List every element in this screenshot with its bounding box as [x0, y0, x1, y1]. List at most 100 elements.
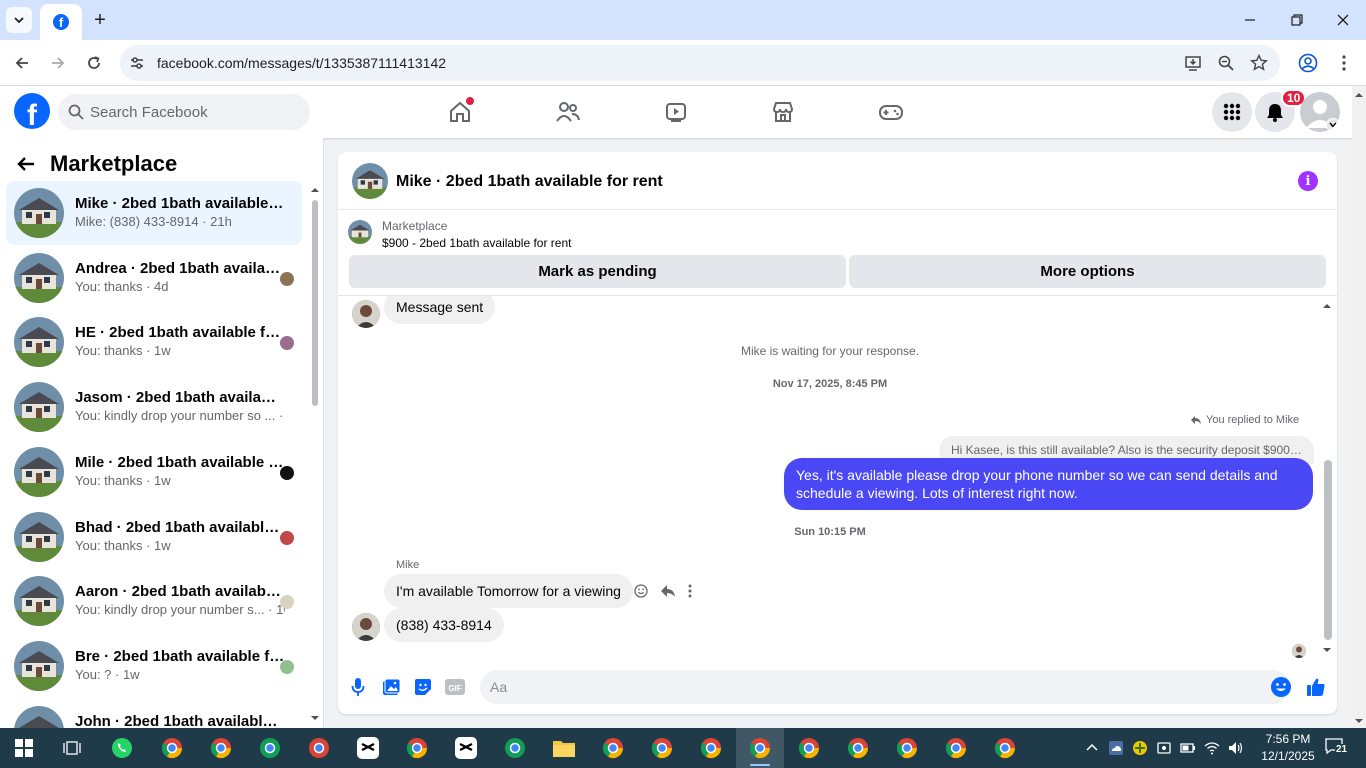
notification-center-button[interactable]: 21 [1325, 738, 1351, 758]
notification-center-count: 21 [1335, 744, 1349, 755]
chrome-profile-app[interactable] [246, 728, 294, 768]
nav-marketplace[interactable] [769, 98, 797, 126]
start-button[interactable] [0, 728, 48, 768]
thread-scroll-thumb[interactable] [1324, 460, 1332, 640]
wifi-icon[interactable] [1204, 740, 1220, 756]
mike-avatar[interactable] [352, 613, 380, 641]
app-tray-icon[interactable] [1132, 740, 1148, 756]
chrome-profile-app[interactable] [785, 728, 833, 768]
nav-friends[interactable] [554, 98, 582, 126]
send-like-button[interactable] [1305, 676, 1327, 698]
whatsapp-app[interactable] [98, 728, 146, 768]
message-bubble-incoming[interactable]: Message sent [384, 296, 496, 324]
mike-avatar[interactable] [352, 300, 380, 328]
minimize-button[interactable] [1238, 8, 1262, 32]
message-bubble-incoming[interactable]: I'm available Tomorrow for a viewing [384, 574, 633, 608]
more-options-button[interactable]: More options [849, 255, 1326, 288]
forward-button[interactable] [46, 51, 70, 75]
profile-button[interactable] [1296, 51, 1320, 75]
friends-icon [556, 102, 580, 122]
back-arrow-icon[interactable] [16, 154, 36, 174]
nav-video[interactable] [662, 98, 690, 126]
facebook-tab[interactable]: f [40, 4, 82, 40]
conversation-preview: You: kindly drop your number s... · 1w [75, 602, 285, 618]
chrome-profile-app[interactable] [932, 728, 980, 768]
address-bar[interactable]: facebook.com/messages/t/1335387111413142 [120, 45, 1280, 81]
menu-button[interactable] [1212, 92, 1252, 132]
new-tab-button[interactable]: + [88, 8, 112, 32]
search-facebook-input[interactable]: Search Facebook [58, 94, 310, 130]
attach-photo-button[interactable] [380, 676, 402, 698]
conversation-item[interactable]: Bre · 2bed 1bath available for ... You: ?… [6, 634, 302, 698]
capcut-app[interactable] [344, 728, 392, 768]
site-info-icon[interactable] [128, 54, 146, 72]
more-vertical-icon[interactable] [688, 584, 692, 598]
conversation-item[interactable]: Aaron · 2bed 1bath available f... You: ki… [6, 569, 302, 633]
meet-now-icon[interactable] [1156, 740, 1172, 756]
bookmark-star-icon[interactable] [1250, 54, 1268, 72]
chrome-profile-app[interactable] [295, 728, 343, 768]
voice-clip-button[interactable] [347, 676, 369, 698]
nav-gaming[interactable] [877, 98, 905, 126]
battery-icon[interactable] [1180, 740, 1196, 756]
conversation-item[interactable]: Andrea · 2bed 1bath available... You: tha… [6, 246, 302, 310]
conversation-item[interactable]: Jasom · 2bed 1bath available for...You: … [6, 375, 302, 439]
back-button[interactable] [10, 51, 34, 75]
mark-as-pending-button[interactable]: Mark as pending [349, 255, 846, 288]
system-clock[interactable]: 7:56 PM 12/1/2025 [1254, 731, 1322, 765]
capcut-app[interactable] [442, 728, 490, 768]
conversation-item[interactable]: Mile · 2bed 1bath available fo... You: th… [6, 440, 302, 504]
close-icon [1337, 14, 1349, 26]
gif-button[interactable]: GIF [444, 676, 466, 698]
chrome-profile-app[interactable] [491, 728, 539, 768]
house-photo-icon [14, 446, 64, 497]
chrome-profile-app[interactable] [883, 728, 931, 768]
chrome-app[interactable] [197, 728, 245, 768]
message-bubble-outgoing[interactable]: Yes, it's available please drop your pho… [784, 458, 1313, 510]
sidebar-scroll-thumb[interactable] [312, 200, 318, 406]
thread-scrollbar[interactable] [1322, 302, 1332, 652]
chrome-profile-app[interactable] [393, 728, 441, 768]
chrome-profile-app[interactable] [589, 728, 637, 768]
chrome-icon [994, 738, 1016, 759]
file-explorer-app[interactable] [540, 728, 588, 768]
message-input[interactable]: Aa [480, 670, 1292, 704]
page-scrollbar[interactable] [1352, 86, 1366, 728]
close-window-button[interactable] [1331, 8, 1355, 32]
chrome-profile-app[interactable] [834, 728, 882, 768]
account-avatar[interactable] [1300, 92, 1340, 132]
chrome-profile-app[interactable] [638, 728, 686, 768]
zoom-icon[interactable] [1217, 54, 1235, 72]
react-emoji-icon[interactable] [634, 584, 648, 598]
info-icon[interactable]: i [1298, 171, 1318, 191]
restore-button[interactable] [1285, 8, 1309, 32]
conversation-preview: You: kindly drop your number so ... · 1w [75, 408, 285, 424]
task-view-button[interactable] [48, 728, 96, 768]
message-bubble-incoming[interactable]: (838) 433-8914 [384, 608, 504, 642]
reply-icon[interactable] [660, 584, 676, 598]
browser-menu-button[interactable] [1332, 51, 1356, 75]
onedrive-icon[interactable] [1108, 740, 1124, 756]
account-chevron-icon [1326, 118, 1340, 132]
volume-icon[interactable] [1228, 740, 1244, 756]
conversation-item[interactable]: Bhad · 2bed 1bath available f... You: tha… [6, 505, 302, 569]
emoji-icon[interactable] [1270, 676, 1292, 698]
listing-thumbnail[interactable] [352, 163, 388, 199]
listing-title[interactable]: $900 - 2bed 1bath available for rent [382, 236, 571, 250]
conversation-item[interactable]: Mike · 2bed 1bath available for r... Mike… [6, 181, 302, 245]
task-view-icon [63, 741, 81, 755]
chrome-active-app[interactable] [736, 728, 784, 768]
tray-chevron-up-icon[interactable] [1084, 740, 1100, 756]
tab-search-button[interactable] [6, 7, 32, 33]
conversation-item[interactable]: John · 2bed 1bath available for r... [6, 699, 302, 728]
listing-banner-thumbnail[interactable] [348, 220, 372, 244]
install-app-icon[interactable] [1184, 54, 1202, 72]
chrome-profile-app[interactable] [148, 728, 196, 768]
facebook-logo-icon[interactable]: f [14, 93, 50, 129]
sidebar-scrollbar[interactable] [310, 186, 319, 720]
chrome-profile-app[interactable] [687, 728, 735, 768]
reload-button[interactable] [82, 51, 106, 75]
sticker-button[interactable] [412, 676, 434, 698]
chrome-profile-app[interactable] [981, 728, 1029, 768]
conversation-item[interactable]: HE · 2bed 1bath available for r... You: t… [6, 310, 302, 374]
